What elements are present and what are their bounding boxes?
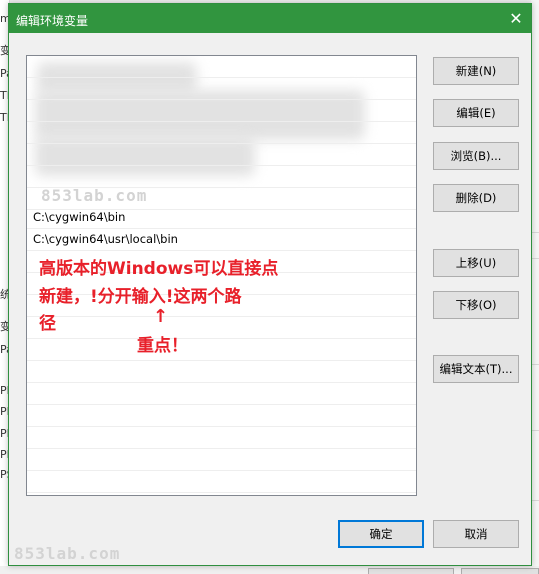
list-item[interactable] [27, 144, 416, 166]
list-item[interactable] [27, 100, 416, 122]
list-item[interactable] [27, 471, 416, 493]
background-divider [531, 232, 539, 233]
annotation-emphasis: 重点！ [137, 336, 188, 356]
list-item[interactable]: C:\cygwin64\usr\local\bin [27, 229, 416, 251]
background-divider [531, 364, 539, 365]
browse-button[interactable]: 浏览(B)... [433, 142, 519, 170]
background-divider [531, 430, 539, 431]
cancel-button[interactable]: 取消 [433, 520, 519, 548]
background-divider [531, 258, 539, 259]
list-item[interactable] [27, 383, 416, 405]
list-item[interactable]: C:\cygwin64\bin [27, 207, 416, 229]
close-icon[interactable]: ✕ [501, 4, 531, 33]
background-window-right-edge [531, 0, 539, 574]
arrow-up-icon: ↑ [153, 306, 169, 327]
annotation-line: 新建，!分开输入!这两个路 [39, 287, 242, 307]
watermark: 853lab.com [14, 544, 121, 563]
list-item[interactable] [27, 405, 416, 427]
list-item[interactable] [27, 56, 416, 78]
background-button [368, 568, 454, 574]
list-item[interactable] [27, 166, 416, 188]
background-window-bottom-edge [0, 566, 539, 574]
list-item[interactable] [27, 449, 416, 471]
background-button [461, 568, 539, 574]
dialog-title: 编辑环境变量 [16, 14, 89, 28]
list-item[interactable] [27, 427, 416, 449]
background-divider [531, 500, 539, 501]
watermark: 853lab.com [41, 186, 148, 205]
annotation-line: 高版本的Windows可以直接点 [39, 259, 279, 279]
list-item[interactable] [27, 339, 416, 361]
move-up-button[interactable]: 上移(U) [433, 249, 519, 277]
delete-button[interactable]: 删除(D) [433, 184, 519, 212]
list-item[interactable] [27, 78, 416, 100]
edit-environment-variable-dialog: 编辑环境变量 ✕ C:\cygwin64\bin C:\cygwin64\usr… [8, 3, 532, 566]
edit-button[interactable]: 编辑(E) [433, 99, 519, 127]
new-button[interactable]: 新建(N) [433, 57, 519, 85]
list-item[interactable] [27, 317, 416, 339]
title-bar[interactable]: 编辑环境变量 ✕ [9, 4, 531, 33]
annotation-line: 径 [39, 314, 56, 334]
edit-text-button[interactable]: 编辑文本(T)... [433, 355, 519, 383]
move-down-button[interactable]: 下移(O) [433, 291, 519, 319]
list-item[interactable] [27, 122, 416, 144]
list-item[interactable] [27, 361, 416, 383]
ok-button[interactable]: 确定 [338, 520, 424, 548]
